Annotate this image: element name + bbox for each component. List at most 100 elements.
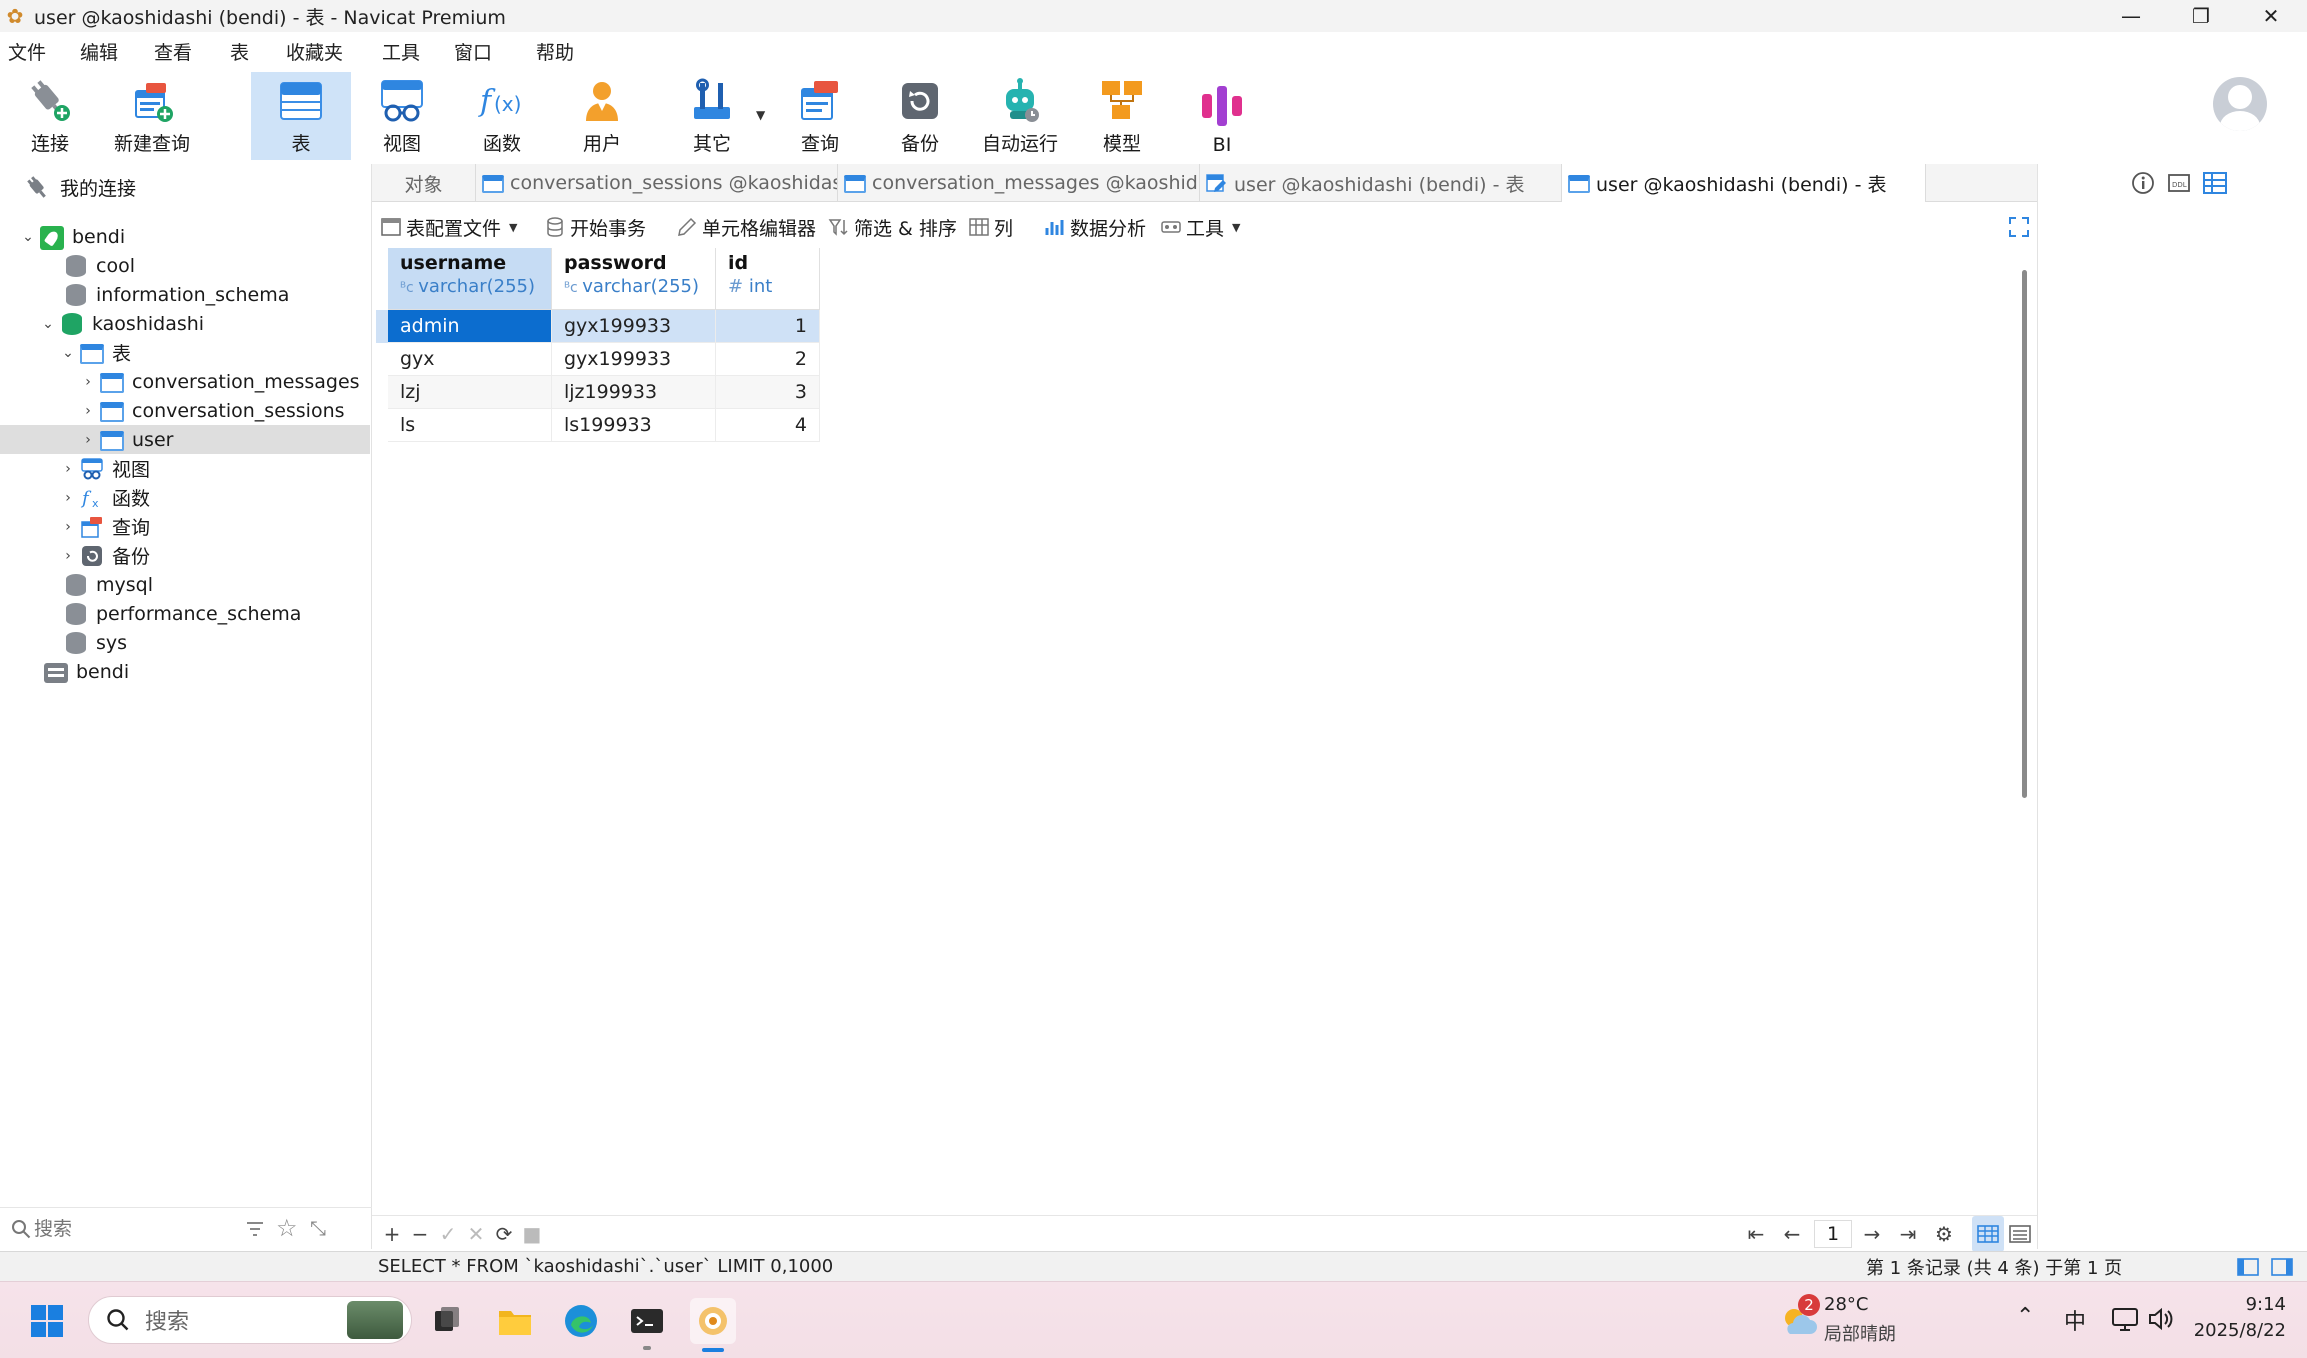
add-record-button[interactable]: +	[378, 1216, 406, 1252]
weather-icon[interactable]: 2	[1778, 1294, 1820, 1340]
navicat-taskbar-icon[interactable]	[690, 1298, 736, 1352]
cell-id[interactable]: 3	[716, 376, 820, 409]
menu-help[interactable]: 帮助	[536, 38, 574, 65]
star-icon[interactable]: ☆	[276, 1216, 298, 1240]
layout-panel-icon[interactable]	[2200, 168, 2230, 198]
windows-start-icon[interactable]	[24, 1298, 70, 1344]
chevron-down-icon[interactable]: ⌄	[40, 316, 56, 332]
tree-item-cool[interactable]: cool	[0, 251, 370, 280]
tree-item-tables[interactable]: ⌄ 表	[0, 338, 370, 367]
grid-view-icon[interactable]	[1972, 1216, 2004, 1252]
tools-dropdown-button[interactable]: 工具 ▼	[1160, 206, 1240, 248]
user-button[interactable]: 用户	[566, 72, 638, 160]
toggle-right-panel-icon[interactable]	[2270, 1256, 2294, 1278]
automation-button[interactable]: 自动运行	[972, 72, 1068, 160]
last-page-button[interactable]: ⇥	[1894, 1216, 1922, 1252]
tree-item-kaoshidashi[interactable]: ⌄ kaoshidashi	[0, 309, 370, 338]
other-dropdown-caret-icon[interactable]: ▼	[756, 108, 765, 122]
menu-view[interactable]: 查看	[154, 38, 192, 65]
apply-changes-button[interactable]: ✓	[434, 1216, 462, 1252]
my-connections-header[interactable]: 我的连接	[24, 174, 136, 201]
table-profile-button[interactable]: 表配置文件 ▼	[380, 206, 517, 248]
toggle-left-panel-icon[interactable]	[2236, 1256, 2260, 1278]
delete-record-button[interactable]: −	[406, 1216, 434, 1252]
info-icon[interactable]	[2128, 168, 2158, 198]
filter-icon[interactable]	[244, 1218, 266, 1240]
query-button[interactable]: 查询	[784, 72, 856, 160]
first-page-button[interactable]: ⇤	[1742, 1216, 1770, 1252]
filter-sort-button[interactable]: 筛选 & 排序	[828, 206, 957, 248]
tree-item-user[interactable]: › user	[0, 425, 370, 454]
menu-favorites[interactable]: 收藏夹	[286, 38, 343, 65]
cell-id[interactable]: 2	[716, 343, 820, 376]
menu-edit[interactable]: 编辑	[80, 38, 118, 65]
cell-username[interactable]: gyx	[388, 343, 552, 376]
chevron-down-icon[interactable]: ⌄	[20, 229, 36, 245]
cell-username[interactable]: ls	[388, 409, 552, 442]
discard-changes-button[interactable]: ✕	[462, 1216, 490, 1252]
cell-editor-button[interactable]: 单元格编辑器	[676, 206, 816, 248]
tree-item-conversation-messages[interactable]: › conversation_messages	[0, 367, 370, 396]
view-button[interactable]: 视图	[366, 72, 438, 160]
chevron-down-icon[interactable]: ⌄	[60, 345, 76, 361]
chevron-right-icon[interactable]: ›	[80, 403, 96, 419]
columns-button[interactable]: 列	[968, 206, 1013, 248]
chevron-right-icon[interactable]: ›	[60, 548, 76, 564]
chevron-right-icon[interactable]: ›	[60, 519, 76, 535]
edge-browser-icon[interactable]	[558, 1298, 604, 1344]
column-header-id[interactable]: id # int	[716, 248, 820, 310]
tab-conversation-messages[interactable]: conversation_messages @kaoshidas...	[838, 164, 1200, 202]
form-view-icon[interactable]	[2006, 1216, 2034, 1252]
tab-objects[interactable]: 对象	[372, 164, 476, 202]
refresh-button[interactable]: ⟳	[490, 1216, 518, 1252]
row-marker[interactable]	[376, 310, 388, 343]
grid-vertical-scrollbar[interactable]	[2022, 270, 2027, 798]
bi-button[interactable]: BI	[1186, 72, 1258, 160]
file-explorer-icon[interactable]	[492, 1298, 538, 1344]
menu-window[interactable]: 窗口	[454, 38, 492, 65]
network-icon[interactable]	[2110, 1304, 2140, 1334]
tree-item-views[interactable]: › 视图	[0, 454, 370, 483]
close-button[interactable]: ✕	[2236, 0, 2306, 32]
previous-page-button[interactable]: ←	[1778, 1216, 1806, 1252]
function-button[interactable]: f (x) 函数	[466, 72, 538, 160]
chevron-up-icon[interactable]: ⌃	[2016, 1304, 2034, 1329]
menu-file[interactable]: 文件	[8, 38, 46, 65]
model-button[interactable]: 模型	[1086, 72, 1158, 160]
other-button[interactable]: 其它	[676, 72, 748, 160]
menu-table[interactable]: 表	[230, 38, 249, 65]
cell-id[interactable]: 4	[716, 409, 820, 442]
column-header-username[interactable]: username ᴮᴄ varchar(255)	[388, 248, 552, 310]
cell-password[interactable]: ls199933	[552, 409, 716, 442]
tree-item-functions[interactable]: › fx 函数	[0, 483, 370, 512]
chevron-right-icon[interactable]: ›	[60, 490, 76, 506]
cell-password[interactable]: ljz199933	[552, 376, 716, 409]
account-avatar[interactable]	[2213, 77, 2267, 131]
ime-indicator[interactable]: 中	[2064, 1304, 2086, 1336]
tree-item-performance-schema[interactable]: performance_schema	[0, 599, 370, 628]
cell-username[interactable]: lzj	[388, 376, 552, 409]
sidebar-search-input[interactable]	[34, 1217, 234, 1240]
tree-item-backups[interactable]: › 备份	[0, 541, 370, 570]
tab-conversation-sessions[interactable]: conversation_sessions @kaoshidashi...	[476, 164, 838, 202]
tree-item-bendi-connection[interactable]: ⌄ bendi	[0, 222, 370, 251]
column-header-password[interactable]: password ᴮᴄ varchar(255)	[552, 248, 716, 310]
tree-item-mysql[interactable]: mysql	[0, 570, 370, 599]
cell-id[interactable]: 1	[716, 310, 820, 343]
next-page-button[interactable]: →	[1858, 1216, 1886, 1252]
task-view-icon[interactable]	[424, 1298, 470, 1344]
collapse-icon[interactable]: ⤡	[310, 1216, 326, 1240]
ddl-icon[interactable]: DDL	[2164, 168, 2194, 198]
tab-user-data[interactable]: user @kaoshidashi (bendi) - 表	[1562, 164, 1926, 202]
chevron-right-icon[interactable]: ›	[80, 432, 96, 448]
minimize-button[interactable]: —	[2096, 0, 2166, 32]
tab-user-design[interactable]: user @kaoshidashi (bendi) - 表	[1200, 164, 1562, 202]
terminal-icon[interactable]	[624, 1298, 670, 1350]
cell-username[interactable]: admin	[388, 310, 552, 343]
tree-item-conversation-sessions[interactable]: › conversation_sessions	[0, 396, 370, 425]
page-number-input[interactable]: 1	[1814, 1220, 1852, 1248]
tree-item-sys[interactable]: sys	[0, 628, 370, 657]
backup-button[interactable]: 备份	[884, 72, 956, 160]
cell-password[interactable]: gyx199933	[552, 310, 716, 343]
volume-icon[interactable]	[2146, 1304, 2176, 1334]
